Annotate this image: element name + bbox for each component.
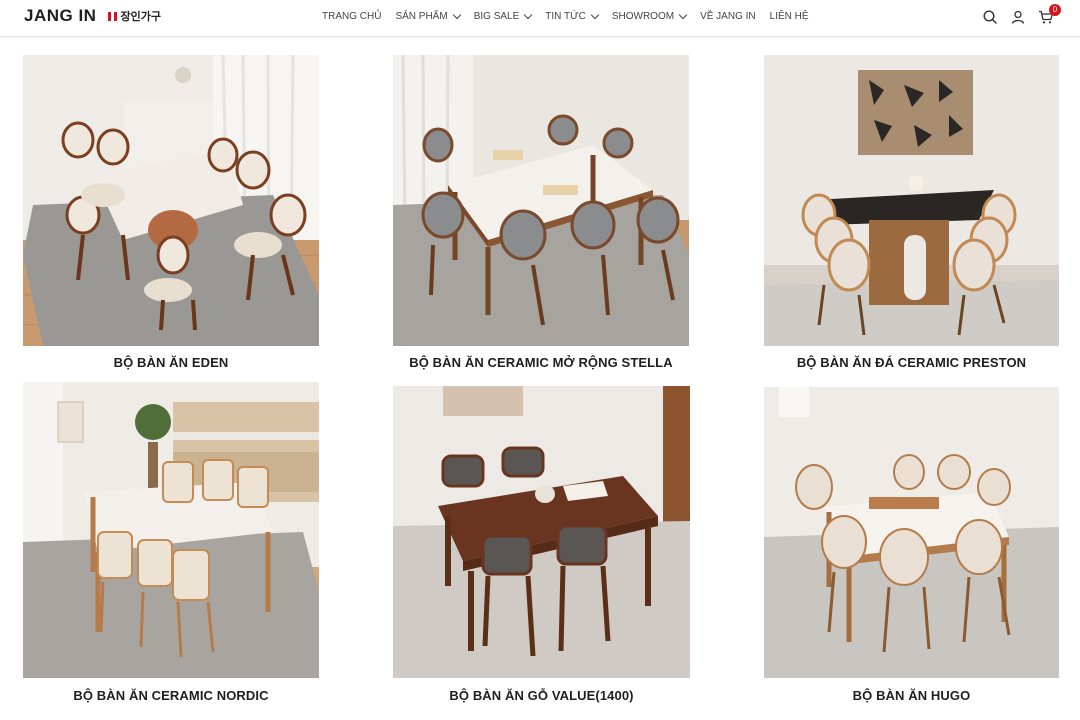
nav-label: SẢN PHẨM [395, 11, 448, 22]
nav-label: TIN TỨC [545, 11, 586, 22]
header-tools: 0 [970, 4, 1061, 25]
product-name[interactable]: BỘ BÀN ĂN HUGO [764, 688, 1059, 703]
search-button[interactable] [982, 9, 998, 25]
product-card-value[interactable]: BỘ BÀN ĂN GỖ VALUE(1400) [393, 386, 690, 712]
nav-item-products[interactable]: SẢN PHẨM [395, 10, 461, 22]
nav-item-big-sale[interactable]: BIG SALE [473, 10, 533, 22]
product-name[interactable]: BỘ BÀN ĂN ĐÁ CERAMIC PRESTON [764, 355, 1059, 370]
nav-label: LIÊN HỆ [769, 11, 809, 22]
product-image[interactable] [764, 387, 1059, 678]
logo-red-mark-icon [108, 11, 118, 21]
product-image[interactable] [23, 55, 319, 346]
nav-label: SHOWROOM [611, 11, 675, 22]
cart-count-badge: 0 [1049, 4, 1061, 16]
nav-item-home[interactable]: TRANG CHỦ [322, 11, 381, 22]
product-name[interactable]: BỘ BÀN ĂN GỖ VALUE(1400) [393, 688, 690, 703]
product-card-hugo[interactable]: BỘ BÀN ĂN HUGO [764, 387, 1059, 712]
product-image[interactable] [393, 386, 690, 678]
product-image[interactable] [23, 382, 319, 678]
product-image[interactable] [764, 55, 1059, 346]
logo-korean-mark: 장인가구 [108, 8, 161, 24]
brand-logo[interactable]: JANG IN 장인가구 [24, 6, 161, 26]
product-image[interactable] [393, 55, 689, 346]
product-name[interactable]: BỘ BÀN ĂN CERAMIC MỞ RỘNG STELLA [393, 355, 689, 370]
nav-item-news[interactable]: TIN TỨC [545, 10, 600, 22]
search-icon [983, 10, 997, 24]
product-name[interactable]: BỘ BÀN ĂN EDEN [23, 355, 319, 370]
nav-item-showroom[interactable]: SHOWROOM [611, 10, 688, 22]
nav-label: BIG SALE [473, 11, 520, 22]
nav-item-contact[interactable]: LIÊN HỆ [770, 11, 809, 22]
site-header: JANG IN 장인가구 TRANG CHỦ SẢN PHẨM BIG SALE… [0, 0, 1080, 37]
user-icon [1011, 10, 1025, 24]
chevron-down-icon [452, 10, 461, 20]
cart-button[interactable]: 0 [1038, 4, 1061, 25]
product-name[interactable]: BỘ BÀN ĂN CERAMIC NORDIC [23, 688, 319, 703]
chevron-down-icon [678, 10, 688, 20]
account-button[interactable] [1010, 9, 1026, 25]
product-card-nordic[interactable]: BỘ BÀN ĂN CERAMIC NORDIC [23, 382, 319, 712]
product-card-preston[interactable]: BỘ BÀN ĂN ĐÁ CERAMIC PRESTON [764, 55, 1059, 375]
logo-korean-text: 장인가구 [120, 10, 161, 23]
chevron-down-icon [524, 10, 533, 20]
nav-item-about[interactable]: VỀ JANG IN [700, 11, 756, 22]
product-card-eden[interactable]: BỘ BÀN ĂN EDEN [23, 55, 319, 375]
logo-text: JANG IN [24, 6, 97, 25]
chevron-down-icon [590, 10, 600, 20]
product-card-stella[interactable]: BỘ BÀN ĂN CERAMIC MỞ RỘNG STELLA [393, 55, 689, 375]
nav-label: VỀ JANG IN [700, 11, 756, 22]
main-nav: TRANG CHỦ SẢN PHẨM BIG SALE TIN TỨC SHOW… [322, 10, 823, 22]
nav-label: TRANG CHỦ [322, 11, 382, 22]
